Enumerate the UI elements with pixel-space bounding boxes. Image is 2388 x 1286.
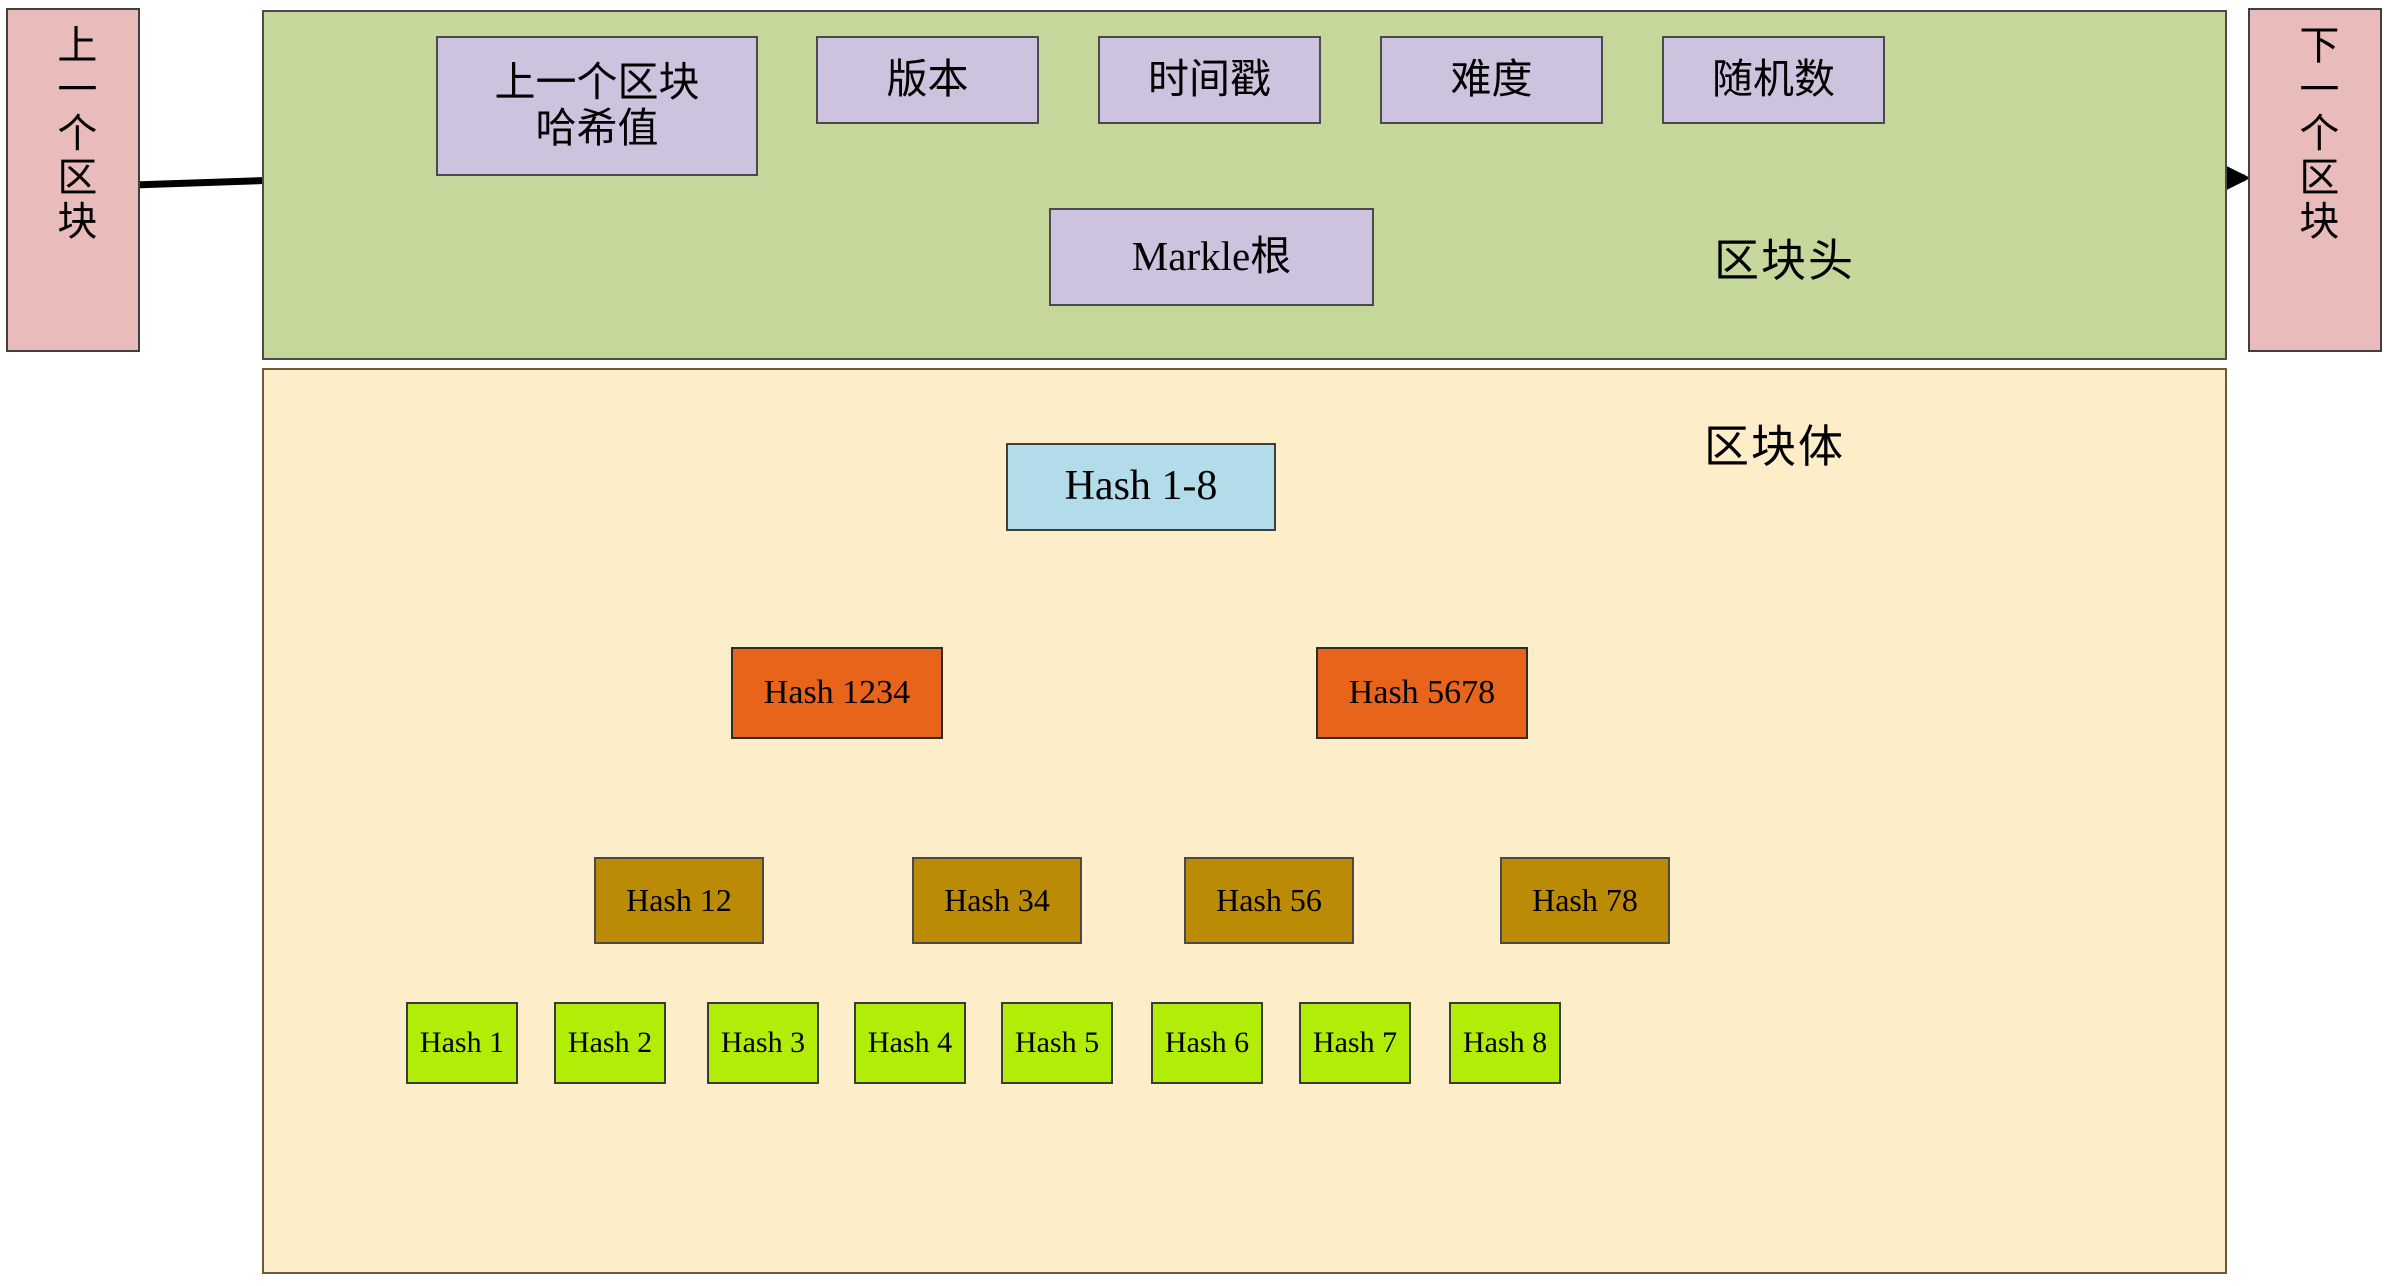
merkle-leaf-hash-1[interactable]: Hash 1 [406, 1002, 518, 1084]
merkle-node-hash-56[interactable]: Hash 56 [1184, 857, 1354, 944]
block-body-section: 区块体 Hash 1-8 Hash 1234 Hash 5678 Hash 12… [262, 368, 2227, 1274]
merkle-node-hash-78[interactable]: Hash 78 [1500, 857, 1670, 944]
header-field-nonce[interactable]: 随机数 [1662, 36, 1885, 124]
next-block[interactable]: 下一个区块 [2248, 8, 2382, 352]
header-field-version[interactable]: 版本 [816, 36, 1039, 124]
merkle-node-hash-1234[interactable]: Hash 1234 [731, 647, 943, 739]
merkle-node-hash-12[interactable]: Hash 12 [594, 857, 764, 944]
header-field-merkle-root[interactable]: Markle根 [1049, 208, 1374, 306]
header-field-prev-hash[interactable]: 上一个区块 哈希值 [436, 36, 758, 176]
block-body-label: 区块体 [1704, 422, 1846, 472]
block-header-section: 上一个区块 哈希值 版本 时间戳 难度 随机数 Markle根 区块头 [262, 10, 2227, 360]
merkle-leaf-hash-7[interactable]: Hash 7 [1299, 1002, 1411, 1084]
merkle-node-hash-34[interactable]: Hash 34 [912, 857, 1082, 944]
merkle-leaf-hash-8[interactable]: Hash 8 [1449, 1002, 1561, 1084]
merkle-leaf-hash-2[interactable]: Hash 2 [554, 1002, 666, 1084]
diagram-canvas: 上一个区块 上一个区块 哈希值 版本 时间戳 难度 随机数 Markle根 区块… [0, 0, 2388, 1286]
merkle-leaf-hash-6[interactable]: Hash 6 [1151, 1002, 1263, 1084]
merkle-node-hash-1-8[interactable]: Hash 1-8 [1006, 443, 1276, 531]
merkle-leaf-hash-4[interactable]: Hash 4 [854, 1002, 966, 1084]
block-header-label: 区块头 [1714, 236, 1856, 286]
prev-block[interactable]: 上一个区块 [6, 8, 140, 352]
header-field-difficulty[interactable]: 难度 [1380, 36, 1603, 124]
merkle-node-hash-5678[interactable]: Hash 5678 [1316, 647, 1528, 739]
merkle-leaf-hash-3[interactable]: Hash 3 [707, 1002, 819, 1084]
header-field-timestamp[interactable]: 时间戳 [1098, 36, 1321, 124]
merkle-leaf-hash-5[interactable]: Hash 5 [1001, 1002, 1113, 1084]
